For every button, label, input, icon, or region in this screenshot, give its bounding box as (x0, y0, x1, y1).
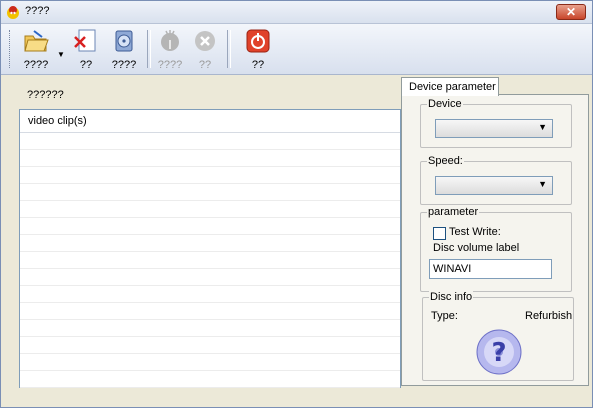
window-title: ???? (25, 5, 50, 17)
delete-button-label: ?? (79, 59, 93, 71)
device-select[interactable]: ▼ (435, 119, 553, 138)
list-item[interactable] (20, 320, 400, 337)
cancel-button[interactable]: ?? (191, 28, 219, 71)
open-button-label: ???? (23, 59, 49, 71)
list-item[interactable] (20, 252, 400, 269)
speed-group-title: Speed: (427, 155, 464, 167)
disc-volume-label: Disc volume label (433, 242, 520, 254)
disc-settings-icon (115, 30, 133, 52)
toolbar-separator (227, 30, 231, 68)
test-write-checkbox[interactable] (433, 227, 446, 240)
list-item[interactable] (20, 303, 400, 320)
speed-group: Speed: ▼ (420, 155, 572, 205)
title-bar[interactable]: ???? ✕ (1, 1, 592, 24)
list-item[interactable] (20, 150, 400, 167)
settings-button[interactable]: ???? (107, 28, 141, 71)
toolbar-grip[interactable] (9, 30, 13, 68)
device-group-title: Device (427, 98, 463, 110)
speed-select[interactable]: ▼ (435, 176, 553, 195)
burn-button[interactable]: ???? (153, 28, 187, 71)
parameter-group: parameter Test Write: Disc volume label … (420, 206, 572, 292)
list-rows (20, 133, 400, 388)
disc-info-group: Disc info Type: Refurbish ? (422, 291, 574, 381)
cancel-button-label: ?? (198, 59, 212, 71)
exit-button[interactable]: ?? (243, 28, 273, 71)
list-item[interactable] (20, 167, 400, 184)
delete-file-icon (74, 29, 96, 52)
delete-button[interactable]: ?? (71, 28, 101, 71)
parameter-group-title: parameter (427, 206, 480, 218)
disc-type-label: Type: (431, 310, 458, 322)
list-item[interactable] (20, 269, 400, 286)
list-item[interactable] (20, 371, 400, 388)
list-item[interactable] (20, 218, 400, 235)
list-item[interactable] (20, 286, 400, 303)
toolbar-separator (147, 30, 151, 68)
test-write-label: Test Write: (449, 226, 501, 238)
disc-info-group-title: Disc info (429, 291, 474, 303)
open-button[interactable]: ???? (19, 28, 53, 71)
svg-text:?: ? (491, 338, 506, 368)
settings-button-label: ???? (111, 59, 137, 71)
list-item[interactable] (20, 201, 400, 218)
clip-list-caption: ?????? (27, 89, 64, 101)
list-item[interactable] (20, 337, 400, 354)
close-button[interactable]: ✕ (556, 4, 586, 20)
app-logo-icon (7, 6, 19, 19)
disc-question-icon: ? (476, 329, 522, 375)
power-exit-icon (246, 29, 270, 53)
burn-disc-icon (161, 30, 179, 51)
chevron-down-icon: ▼ (538, 122, 547, 132)
tab-device-parameter[interactable]: Device parameter (401, 77, 499, 96)
device-group: Device ▼ (420, 98, 572, 148)
burn-button-label: ???? (157, 59, 183, 71)
disc-volume-input[interactable]: WINAVI (429, 259, 552, 279)
list-item[interactable] (20, 133, 400, 150)
list-item[interactable] (20, 354, 400, 371)
video-clip-list[interactable]: video clip(s) (19, 109, 401, 388)
disc-type-value: Refurbish (525, 310, 573, 322)
toolbar: ???? ▼ ?? ???? ???? ?? ?? (1, 24, 592, 75)
open-folder-icon (24, 30, 49, 52)
chevron-down-icon: ▼ (538, 179, 547, 189)
exit-button-label: ?? (251, 59, 265, 71)
open-dropdown-arrow-icon[interactable]: ▼ (57, 50, 65, 59)
list-header-video-clips[interactable]: video clip(s) (20, 110, 400, 133)
list-item[interactable] (20, 235, 400, 252)
cancel-circle-icon (195, 31, 215, 51)
main-window: ???? ✕ ???? ▼ ?? ???? ???? ?? ?? ?????? … (0, 0, 593, 408)
device-parameter-panel: Device ▼ Speed: ▼ parameter Test Write: … (401, 94, 589, 386)
list-item[interactable] (20, 184, 400, 201)
